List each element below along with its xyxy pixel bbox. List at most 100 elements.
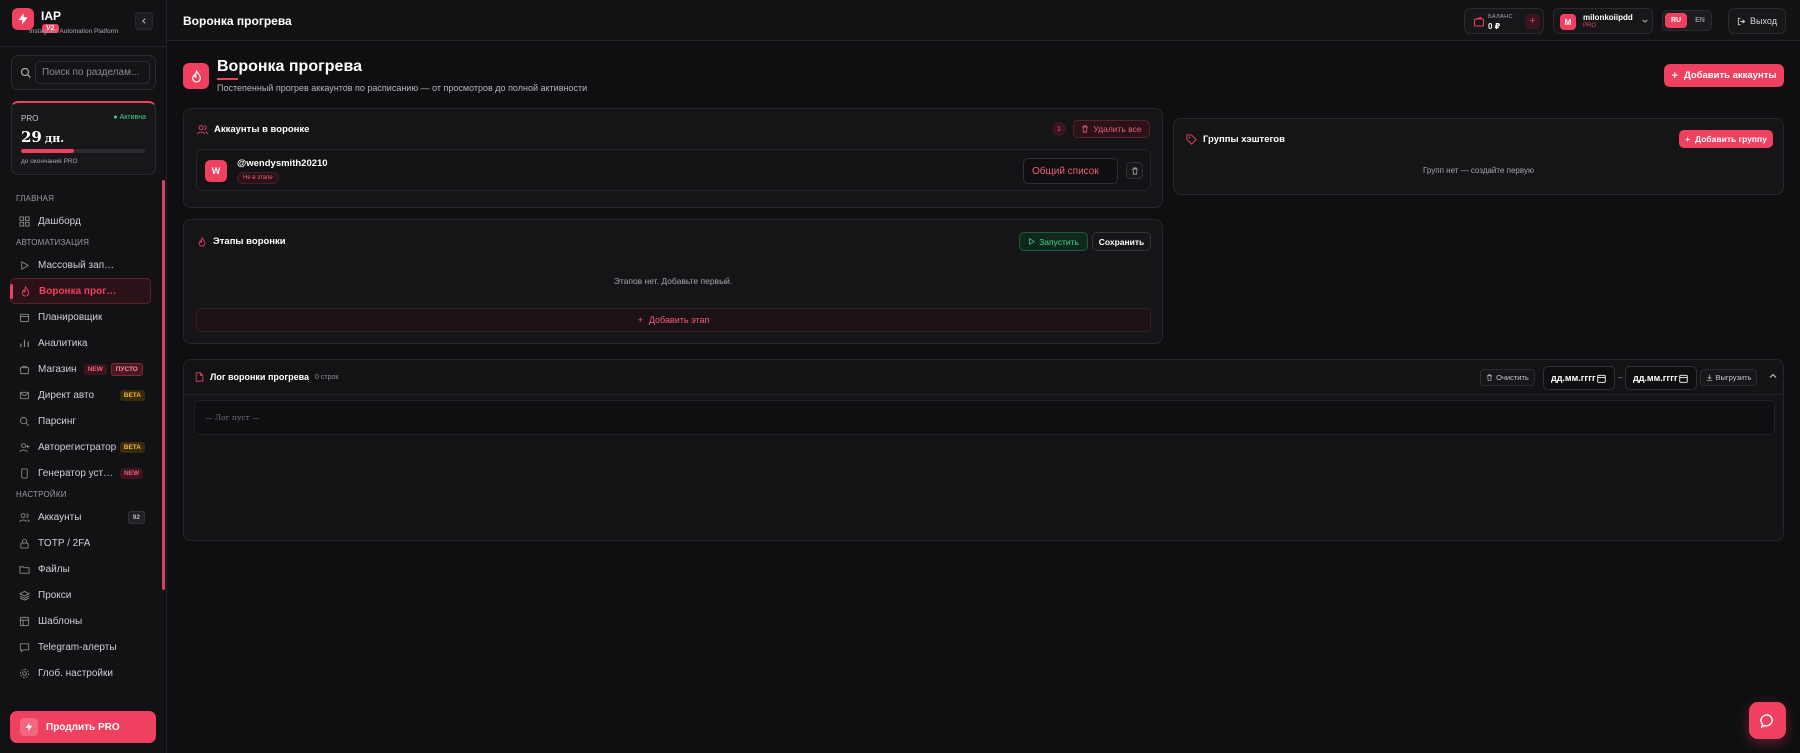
- sidebar-item-label: Генератор устройств: [38, 467, 116, 479]
- page-title: Воронка прогрева: [217, 58, 362, 75]
- pro-status-text: Активна: [119, 114, 146, 121]
- sidebar-item-parsing[interactable]: Парсинг: [10, 408, 151, 434]
- start-label: Запустить: [1039, 236, 1079, 247]
- delete-all-button[interactable]: Удалить все: [1073, 120, 1150, 138]
- sidebar-item-label: Планировщик: [38, 311, 103, 323]
- top-up-balance-button[interactable]: +: [1525, 14, 1540, 29]
- funnel-stages-card: Этапы воронки Запустить Сохранить Этапов…: [183, 219, 1163, 344]
- sidebar-item-dashboard[interactable]: Дашборд: [10, 208, 151, 234]
- delete-all-label: Удалить все: [1093, 124, 1142, 134]
- file-icon: [195, 372, 204, 382]
- sidebar-item-label: Прокси: [38, 589, 72, 601]
- sidebar-item-direct[interactable]: Директ авто BETA: [10, 382, 151, 408]
- sidebar-item-warmup-funnel[interactable]: Воронка прогрева: [10, 278, 151, 304]
- account-list-select[interactable]: Общий список: [1023, 158, 1118, 184]
- sidebar-item-label: Файлы: [38, 563, 70, 575]
- add-accounts-label: Добавить аккаунты: [1683, 70, 1777, 81]
- status-badge: Не в этапе: [237, 172, 279, 184]
- beta-badge: BETA: [119, 389, 145, 401]
- log-row-count: 0 строк: [315, 373, 339, 381]
- lang-en-button[interactable]: EN: [1689, 13, 1711, 28]
- lang-ru-button[interactable]: RU: [1665, 13, 1687, 28]
- lock-icon: [20, 538, 29, 549]
- sidebar: IAP V2 Instagram Automation Platform PRO…: [0, 0, 167, 753]
- sidebar-item-files[interactable]: Файлы: [10, 556, 151, 582]
- start-button[interactable]: Запустить: [1019, 232, 1088, 251]
- sidebar-scrollbar[interactable]: [162, 180, 165, 590]
- chat-icon: [19, 642, 30, 653]
- date-to-input[interactable]: дд.мм.гггг: [1625, 366, 1697, 390]
- add-stage-button[interactable]: + Добавить этап: [196, 308, 1151, 332]
- sidebar-item-autoreg[interactable]: Авторегистратор BETA: [10, 434, 151, 460]
- remove-account-button[interactable]: [1126, 162, 1143, 179]
- sidebar-item-templates[interactable]: Шаблоны: [10, 608, 151, 634]
- collapse-sidebar-button[interactable]: [135, 12, 153, 30]
- sidebar-item-analytics[interactable]: Аналитика: [10, 330, 151, 356]
- pro-note: до окончания PRO: [21, 158, 78, 165]
- clear-log-button[interactable]: Очистить: [1480, 369, 1535, 386]
- sidebar-item-global-settings[interactable]: Глоб. настройки: [10, 660, 151, 686]
- table-row: W @wendysmith20210 Не в этапе Общий спис…: [196, 149, 1151, 191]
- pro-progress-fill: [21, 149, 75, 153]
- sidebar-item-telegram[interactable]: Telegram-алерты: [10, 634, 151, 660]
- sidebar-item-label: Парсинг: [38, 415, 77, 427]
- pro-label: PRO: [21, 114, 39, 123]
- sidebar-item-mass-launch[interactable]: Массовый запуск: [10, 252, 151, 278]
- chat-bubble-icon: [1759, 713, 1773, 728]
- card-title-text: Этапы воронки: [213, 236, 286, 247]
- search-input[interactable]: [35, 61, 150, 84]
- stages-empty-message: Этапов нет. Добавьте первый.: [613, 276, 733, 286]
- search-icon: [19, 416, 29, 426]
- pro-subscription-card: PRO ● Активна 29 дн. до окончания PRO: [11, 101, 156, 175]
- trash-icon: [1082, 125, 1089, 133]
- plus-icon: +: [1685, 134, 1691, 144]
- groups-empty-message: Групп нет — создайте первую: [1423, 166, 1534, 175]
- topbar: Воронка прогрева БАЛАНС 0 ₽ + M milonkoi…: [167, 0, 1800, 41]
- play-icon: [1029, 238, 1036, 245]
- avatar: M: [1560, 14, 1576, 30]
- trash-icon: [1131, 167, 1138, 175]
- flame-icon: [183, 63, 209, 89]
- avatar: W: [205, 160, 227, 182]
- users-icon: [19, 512, 30, 522]
- download-icon: [1706, 374, 1712, 381]
- renew-pro-button[interactable]: Продлить PRO: [10, 711, 156, 743]
- flame-icon: [21, 285, 30, 296]
- sidebar-nav: ГЛАВНАЯ Дашборд АВТОМАТИЗАЦИЯ Массовый з…: [10, 190, 160, 686]
- add-accounts-button[interactable]: + Добавить аккаунты: [1664, 64, 1784, 87]
- sidebar-item-scheduler[interactable]: Планировщик: [10, 304, 151, 330]
- save-button[interactable]: Сохранить: [1092, 232, 1151, 251]
- sidebar-item-shop[interactable]: Магазин NEW ПУСТО: [10, 356, 151, 382]
- export-log-button[interactable]: Выгрузить: [1700, 369, 1757, 386]
- calendar-icon: [1597, 374, 1606, 383]
- card-title: Аккаунты в воронке: [197, 124, 309, 135]
- sidebar-item-totp[interactable]: TOTP / 2FA: [10, 530, 151, 556]
- card-title: Лог воронки прогрева 0 строк: [195, 372, 338, 382]
- page-subtitle: Постепенный прогрев аккаунтов по расписа…: [217, 83, 588, 93]
- divider: [0, 46, 167, 47]
- add-group-button[interactable]: + Добавить группу: [1679, 130, 1773, 148]
- chevron-down-icon: [1642, 19, 1648, 23]
- funnel-log-card: Лог воронки прогрева 0 строк Очистить дд…: [183, 359, 1784, 541]
- search-icon: [20, 67, 31, 78]
- dashboard-icon: [19, 215, 30, 227]
- date-from-input[interactable]: дд.мм.гггг: [1543, 366, 1615, 390]
- chevron-up-icon[interactable]: [1768, 371, 1778, 381]
- hashtag-groups-card: Группы хэштегов + Добавить группу Групп …: [1173, 118, 1784, 195]
- logout-button[interactable]: Выход: [1728, 8, 1786, 34]
- support-chat-button[interactable]: [1749, 702, 1786, 739]
- nav-section-settings: НАСТРОЙКИ: [16, 490, 67, 499]
- sidebar-item-proxy[interactable]: Прокси: [10, 582, 151, 608]
- card-title: Этапы воронки: [197, 236, 286, 247]
- user-menu[interactable]: M milonkoiipdd PRO: [1553, 8, 1653, 34]
- sidebar-item-accounts[interactable]: Аккаунты 92: [10, 504, 151, 530]
- nav-section-automation: АВТОМАТИЗАЦИЯ: [16, 238, 90, 247]
- trash-icon: [1487, 374, 1493, 381]
- accounts-count-badge: 92: [127, 510, 145, 524]
- language-switcher: RU EN: [1662, 10, 1712, 31]
- clear-log-label: Очистить: [1496, 373, 1529, 382]
- funnel-accounts-card: Аккаунты в воронке 1 Удалить все W @wend…: [183, 108, 1163, 208]
- sidebar-item-device-generator[interactable]: Генератор устройств NEW: [10, 460, 151, 486]
- sidebar-item-label: Директ авто: [38, 389, 95, 401]
- sidebar-item-label: Воронка прогрева: [39, 285, 119, 297]
